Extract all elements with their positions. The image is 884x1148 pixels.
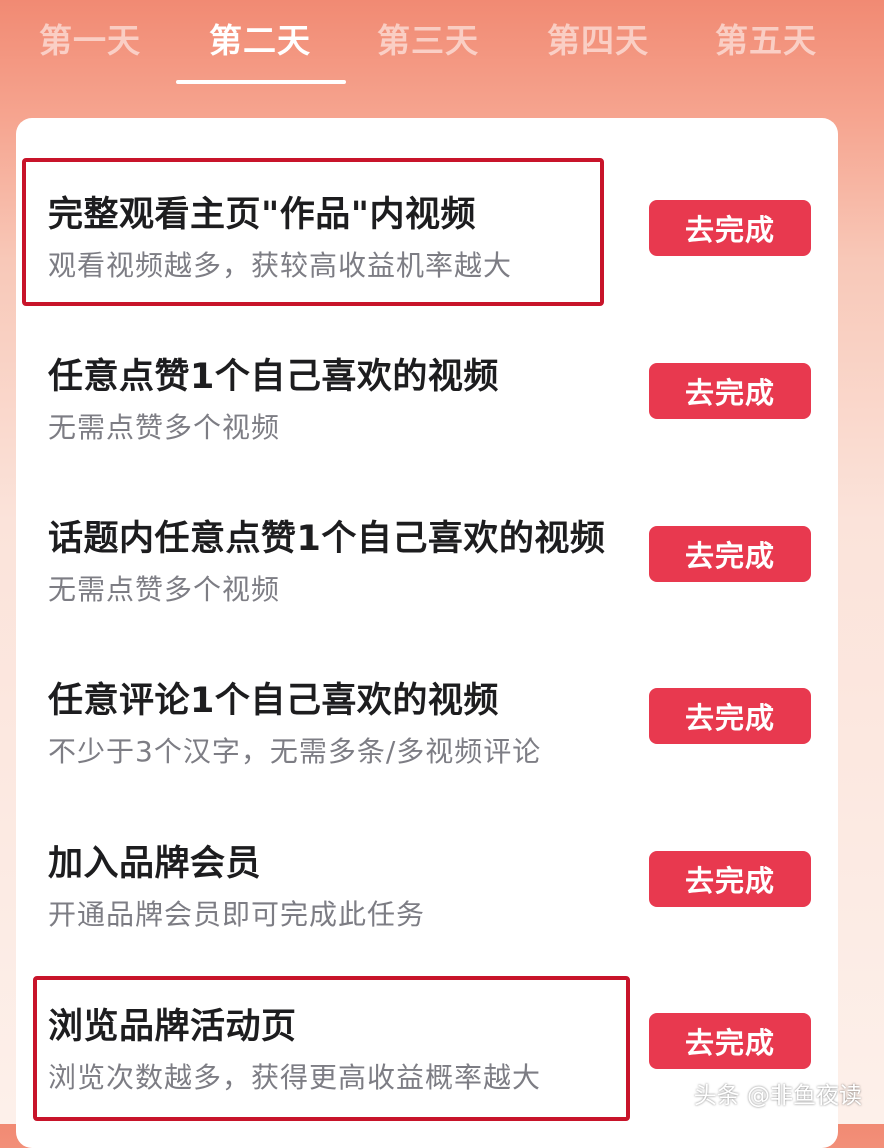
highlight-box-task-6 [33,976,630,1121]
task-complete-button[interactable]: 去完成 [649,1013,811,1069]
task-complete-button[interactable]: 去完成 [649,200,811,256]
task-subtitle: 开通品牌会员即可完成此任务 [48,898,426,931]
tab-day-1[interactable]: 第一天 [20,14,160,62]
task-complete-button[interactable]: 去完成 [649,688,811,744]
task-complete-button[interactable]: 去完成 [649,363,811,419]
task-title: 任意点赞1个自己喜欢的视频 [48,357,499,397]
task-subtitle: 无需点赞多个视频 [48,573,281,606]
tab-day-5[interactable]: 第五天 [696,14,836,62]
task-item: 任意评论1个自己喜欢的视频 不少于3个汉字，无需多条/多视频评论 去完成 [16,672,838,822]
day-tab-bar: 第一天 第二天 第三天 第四天 第五天 [0,0,884,110]
task-complete-button[interactable]: 去完成 [649,526,811,582]
task-item: 任意点赞1个自己喜欢的视频 无需点赞多个视频 去完成 [16,348,838,498]
tab-day-3[interactable]: 第三天 [358,14,498,62]
task-subtitle: 无需点赞多个视频 [48,411,281,444]
task-title: 加入品牌会员 [48,844,262,884]
task-item: 话题内任意点赞1个自己喜欢的视频 无需点赞多个视频 去完成 [16,510,838,660]
tab-day-2[interactable]: 第二天 [190,14,330,62]
highlight-box-task-1 [22,158,604,306]
task-title: 任意评论1个自己喜欢的视频 [48,681,499,721]
task-item: 加入品牌会员 开通品牌会员即可完成此任务 去完成 [16,835,838,985]
source-watermark: 头条 @非鱼夜读 [693,1083,862,1109]
task-subtitle: 不少于3个汉字，无需多条/多视频评论 [48,735,542,768]
task-title: 话题内任意点赞1个自己喜欢的视频 [48,519,606,559]
active-tab-indicator [176,80,346,84]
task-complete-button[interactable]: 去完成 [649,851,811,907]
tab-day-4[interactable]: 第四天 [528,14,668,62]
